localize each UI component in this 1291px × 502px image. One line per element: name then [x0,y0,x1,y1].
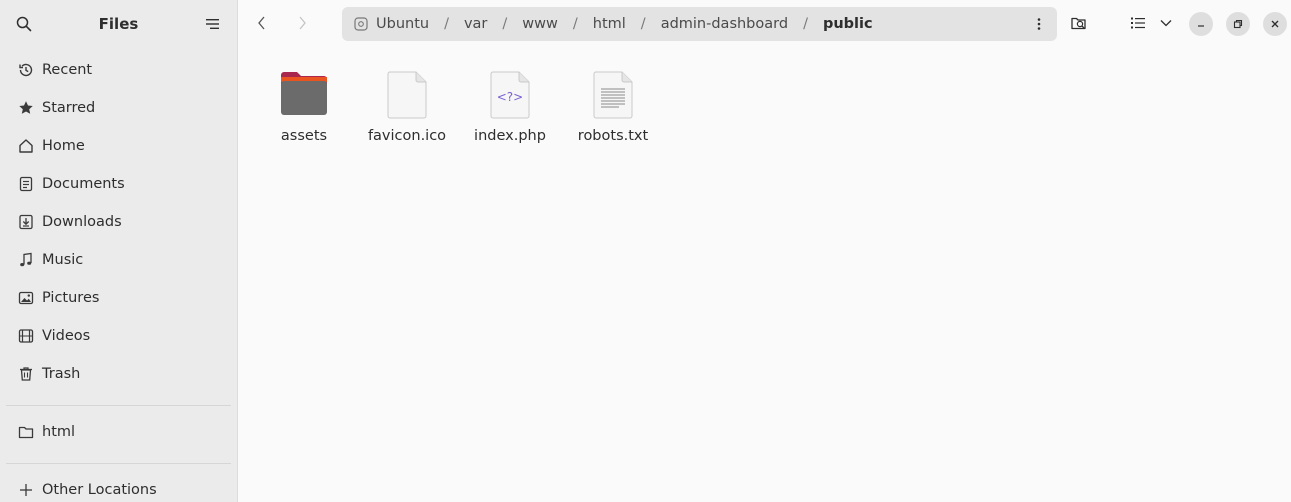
breadcrumb-separator: / [572,16,578,32]
sidebar-item-recent[interactable]: Recent [0,51,237,89]
search-icon[interactable] [12,12,36,36]
breadcrumb-separator: / [502,16,508,32]
sidebar-item-trash[interactable]: Trash [0,355,237,393]
search-folder-icon [1071,17,1086,30]
minimize-icon [1198,25,1204,27]
sidebar-separator [6,405,231,406]
document-icon [17,175,35,193]
sidebar-item-label: Trash [42,366,81,382]
file-name: robots.txt [577,128,649,144]
sidebar-item-pictures[interactable]: Pictures [0,279,237,317]
location-menu-button[interactable] [1027,12,1051,36]
sidebar-item-label: Starred [42,100,96,116]
file-item-index-php[interactable]: <?> index.php [462,71,558,144]
maximize-button[interactable] [1226,12,1250,36]
sidebar-item-documents[interactable]: Documents [0,165,237,203]
sidebar-item-label: Home [42,138,85,154]
sidebar-item-label: html [42,424,76,440]
svg-text:<?>: <?> [497,90,523,104]
view-options-button[interactable] [1154,11,1178,35]
main-area: Ubuntu / var / www / html / admin-dashbo… [238,0,1291,502]
breadcrumb-var[interactable]: var [464,16,487,32]
restore-icon [1233,19,1243,29]
text-file-icon [565,71,661,123]
folder-icon [17,423,35,441]
star-icon [17,99,35,117]
breadcrumb-admin-dashboard[interactable]: admin-dashboard [661,16,788,32]
video-icon [17,327,35,345]
sidebar-item-starred[interactable]: Starred [0,89,237,127]
blank-file-icon [359,71,455,123]
sidebar-item-label: Pictures [42,290,100,306]
chevron-left-icon [258,16,265,30]
chevron-down-icon [1160,20,1172,27]
music-icon [17,251,35,269]
forward-button[interactable] [290,11,314,35]
home-icon [17,137,35,155]
sidebar-bookmarks: html [0,413,237,451]
sidebar-item-label: Music [42,252,84,268]
file-item-assets[interactable]: assets [256,71,352,144]
php-file-icon: <?> [462,71,558,123]
breadcrumb-ubuntu[interactable]: Ubuntu [376,16,429,32]
sidebar-item-html[interactable]: html [0,413,237,451]
plus-icon [17,481,35,499]
close-icon [1271,20,1279,28]
folder-icon [256,71,352,123]
sidebar-item-videos[interactable]: Videos [0,317,237,355]
breadcrumb-html[interactable]: html [593,16,626,32]
sidebar-header: Files [0,0,237,47]
sidebar-places: Recent Starred Home Documents Downloads … [0,51,237,393]
breadcrumb-separator: / [640,16,646,32]
sidebar-separator [6,463,231,464]
file-name: assets [280,128,328,144]
sidebar-item-downloads[interactable]: Downloads [0,203,237,241]
search-files-button[interactable] [1067,11,1091,35]
sidebar-item-label: Documents [42,176,125,192]
location-bar[interactable]: Ubuntu / var / www / html / admin-dashbo… [342,7,1057,41]
clock-icon [17,61,35,79]
download-icon [17,213,35,231]
back-button[interactable] [250,11,274,35]
sidebar: Files Recent Starred Home Documents Down… [0,0,238,502]
drive-icon [354,16,370,32]
header-bar: Ubuntu / var / www / html / admin-dashbo… [238,0,1291,47]
close-button[interactable] [1263,12,1287,36]
sidebar-item-other-locations[interactable]: Other Locations [0,471,237,502]
files-window: Files Recent Starred Home Documents Down… [0,0,1291,502]
sidebar-item-music[interactable]: Music [0,241,237,279]
sidebar-item-label: Downloads [42,214,122,230]
breadcrumb-public[interactable]: public [823,16,873,32]
file-item-favicon[interactable]: favicon.ico [359,71,455,144]
sidebar-item-label: Videos [42,328,91,344]
breadcrumb-separator: / [444,16,449,32]
minimize-button[interactable] [1189,12,1213,36]
trash-icon [17,365,35,383]
view-list-button[interactable] [1126,11,1150,35]
file-grid: assets favicon.ico <?> index.php robots.… [238,47,1291,502]
sidebar-other: Other Locations [0,471,237,502]
breadcrumb-separator: / [803,16,808,32]
vertical-dots-icon [1037,18,1041,30]
sidebar-item-label: Other Locations [42,482,157,498]
chevron-right-icon [299,16,306,30]
main-menu-icon[interactable] [201,12,225,36]
sidebar-item-label: Recent [42,62,93,78]
picture-icon [17,289,35,307]
file-item-robots-txt[interactable]: robots.txt [565,71,661,144]
list-view-icon [1131,17,1145,29]
sidebar-item-home[interactable]: Home [0,127,237,165]
file-name: index.php [474,128,546,144]
breadcrumb-www[interactable]: www [522,16,558,32]
file-name: favicon.ico [367,128,447,144]
